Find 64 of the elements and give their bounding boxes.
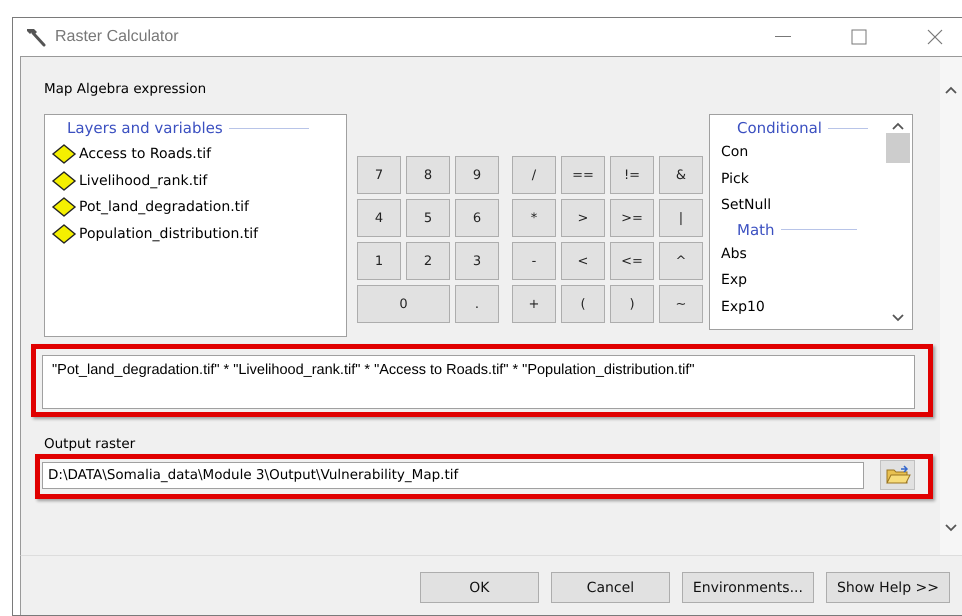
keypad-key[interactable]: 9 bbox=[455, 156, 499, 194]
output-field[interactable]: D:\DATA\Somalia_data\Module 3\Output\Vulnerability_Map.tif bbox=[42, 462, 864, 488]
layer-item[interactable]: Population_distribution.tif bbox=[51, 220, 346, 247]
scroll-down-icon[interactable] bbox=[890, 313, 904, 323]
keypad-key[interactable]: 3 bbox=[455, 242, 499, 280]
operator-key[interactable]: | bbox=[659, 199, 703, 237]
keypad-key[interactable]: 2 bbox=[406, 242, 450, 280]
group-heading: Layers and variables bbox=[67, 119, 223, 137]
keypad-key[interactable]: 1 bbox=[357, 242, 401, 280]
diamond-icon bbox=[51, 197, 77, 218]
scroll-up-icon[interactable] bbox=[890, 121, 904, 131]
scroll-down-icon[interactable] bbox=[944, 523, 958, 533]
keypad-key[interactable]: 5 bbox=[406, 199, 450, 237]
operator-key[interactable]: ) bbox=[610, 285, 654, 323]
keypad-key[interactable]: 6 bbox=[455, 199, 499, 237]
diamond-icon bbox=[51, 144, 77, 164]
operator-key[interactable]: <= bbox=[610, 242, 654, 280]
dialog-button[interactable]: Cancel bbox=[550, 572, 670, 603]
keypad-key[interactable]: 0 bbox=[357, 285, 450, 323]
function-item[interactable]: Abs bbox=[721, 240, 883, 267]
scroll-up-icon[interactable] bbox=[944, 85, 958, 95]
operator-key[interactable]: ( bbox=[561, 285, 605, 323]
operator-key[interactable]: + bbox=[512, 285, 556, 323]
diamond-icon bbox=[51, 224, 77, 244]
minimize-icon bbox=[775, 36, 791, 38]
operator-key[interactable]: >= bbox=[610, 199, 654, 237]
keypad-key[interactable]: 4 bbox=[357, 199, 401, 237]
dialog-button[interactable]: OK bbox=[420, 572, 539, 603]
operator-key[interactable]: / bbox=[512, 156, 556, 194]
operator-key[interactable]: > bbox=[561, 199, 605, 237]
window-title: Raster Calculator bbox=[55, 28, 180, 46]
diamond-icon bbox=[51, 170, 77, 191]
function-item[interactable]: Pick bbox=[721, 166, 883, 192]
operator-key[interactable]: < bbox=[561, 242, 605, 280]
folder-icon bbox=[884, 464, 910, 486]
layer-item[interactable]: Livelihood_rank.tif bbox=[51, 168, 346, 194]
close-icon bbox=[927, 29, 943, 45]
layer-item[interactable]: Pot_land_degradation.tif bbox=[51, 194, 346, 220]
function-item[interactable]: Exp10 bbox=[721, 294, 883, 320]
operator-key[interactable]: == bbox=[561, 156, 605, 194]
browse-button[interactable] bbox=[880, 460, 915, 490]
function-item[interactable]: Con bbox=[721, 139, 883, 166]
layer-item[interactable]: Access to Roads.tif bbox=[51, 141, 346, 168]
maximize-icon bbox=[851, 29, 867, 45]
operator-key[interactable]: != bbox=[610, 156, 654, 194]
group-heading: Math bbox=[737, 220, 775, 238]
operator-key[interactable]: * bbox=[512, 199, 556, 237]
dialog-button[interactable]: Environments... bbox=[682, 572, 814, 603]
expression-field[interactable]: "Pot_land_degradation.tif" * "Livelihood_rank.tif" * "Access to Roads.tif" * "Population_distribution.tif" bbox=[42, 355, 915, 409]
group-heading: Conditional bbox=[737, 119, 822, 137]
operator-key[interactable]: & bbox=[659, 156, 703, 194]
dialog-button[interactable]: Show Help >> bbox=[826, 572, 950, 603]
function-item[interactable]: Exp bbox=[721, 267, 883, 294]
keypad-key[interactable]: 7 bbox=[357, 156, 401, 194]
operator-key[interactable]: ~ bbox=[659, 285, 703, 323]
keypad-key[interactable]: . bbox=[455, 285, 499, 323]
operator-key[interactable]: - bbox=[512, 242, 556, 280]
keypad-key[interactable]: 8 bbox=[406, 156, 450, 194]
expression-label: Map Algebra expression bbox=[44, 81, 208, 97]
operator-key[interactable]: ^ bbox=[659, 242, 703, 280]
function-item[interactable]: SetNull bbox=[721, 192, 883, 218]
scrollbar-thumb[interactable] bbox=[886, 133, 910, 163]
output-label: Output raster bbox=[44, 436, 136, 452]
window-scrollbar[interactable] bbox=[940, 57, 962, 555]
